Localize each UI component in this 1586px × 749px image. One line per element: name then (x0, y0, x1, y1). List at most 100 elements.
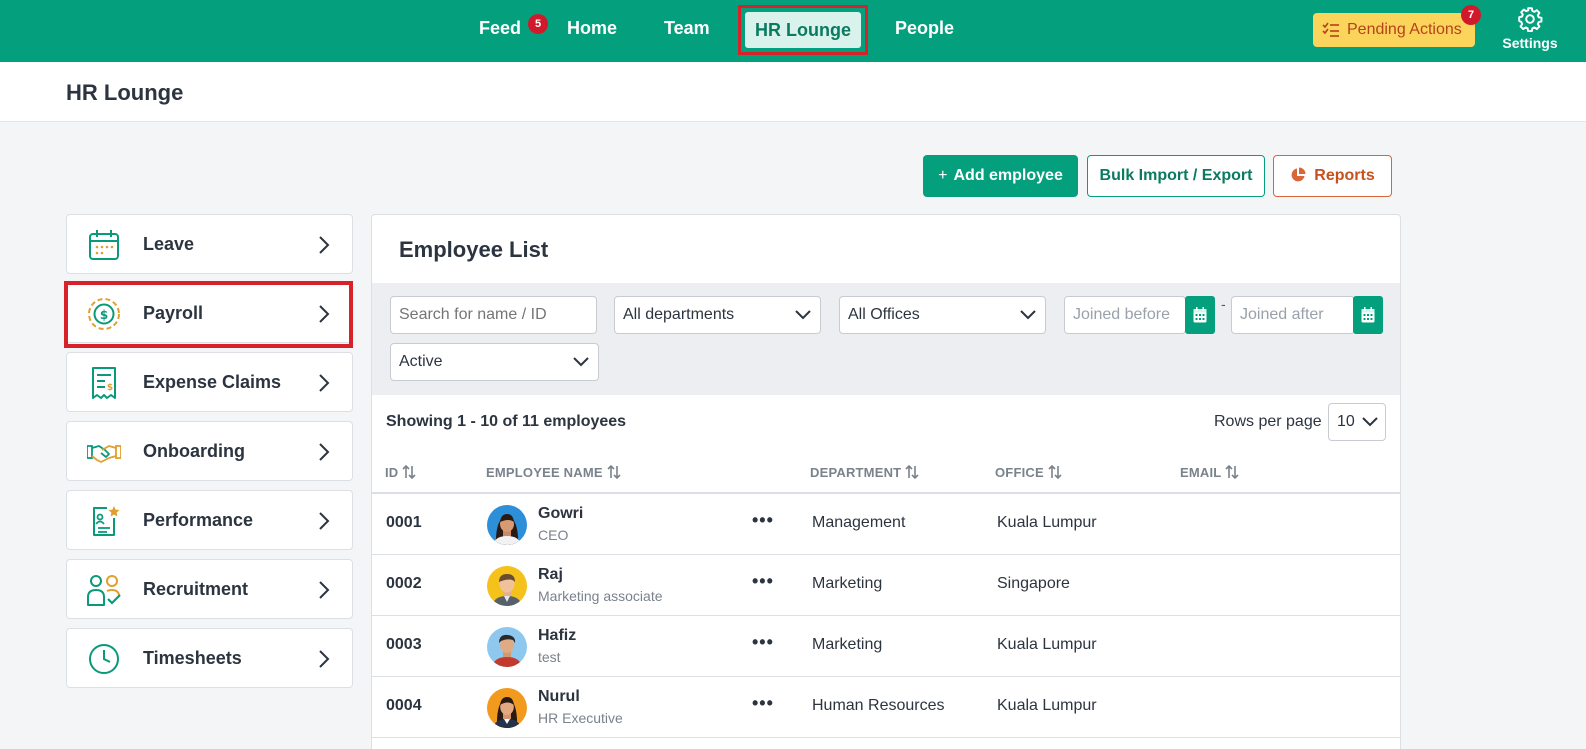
top-navbar: Feed 5 Home Team HR Lounge People Pendin… (0, 0, 1586, 62)
chevron-down-icon (795, 310, 811, 320)
chevron-down-icon (1362, 417, 1378, 427)
more-options-icon[interactable]: ••• (752, 571, 774, 592)
more-options-icon[interactable]: ••• (752, 632, 774, 653)
nav-hr-lounge[interactable]: HR Lounge (745, 12, 861, 48)
sidebar-item-leave[interactable]: Leave (66, 214, 353, 274)
employee-name[interactable]: Hafiz (538, 627, 576, 645)
nav-team[interactable]: Team (664, 18, 710, 39)
nav-people[interactable]: People (895, 18, 954, 39)
handshake-icon (87, 445, 121, 463)
employee-office: Kuala Lumpur (997, 514, 1097, 531)
employee-list-card: Employee List All departments All Office… (371, 214, 1401, 749)
sidebar-item-label: Timesheets (143, 648, 242, 668)
column-header-employee-name[interactable]: EMPLOYEE NAME (486, 464, 621, 480)
nav-home[interactable]: Home (567, 18, 617, 39)
nav-hr-lounge-highlight: HR Lounge (738, 5, 868, 55)
pending-actions-badge: 7 (1461, 5, 1481, 25)
sidebar-item-label: Payroll (143, 303, 204, 323)
sort-icon (905, 464, 919, 480)
joined-after-calendar-button[interactable] (1353, 296, 1383, 334)
employee-office: Kuala Lumpur (997, 697, 1097, 714)
employee-department: Marketing (812, 575, 883, 592)
plus-icon: + (938, 167, 948, 184)
table-row[interactable]: 0001 Gowri CEO ••• Management Kuala Lump… (372, 494, 1400, 555)
column-header-office[interactable]: OFFICE (995, 464, 1062, 480)
performance-doc-icon (93, 506, 120, 536)
sort-icon (402, 464, 416, 480)
sidebar-item-label: Onboarding (143, 441, 245, 461)
sidebar-item-label: Performance (143, 510, 254, 530)
office-select[interactable]: All Offices (839, 296, 1046, 334)
dollar-coin-icon: $ (88, 298, 120, 330)
page-header: HR Lounge (0, 62, 1586, 122)
employee-name[interactable]: Raj (538, 566, 563, 584)
chevron-right-icon (319, 443, 330, 461)
sidebar-item-expense-claims[interactable]: $ Expense Claims (66, 352, 353, 412)
avatar (487, 566, 527, 606)
employee-name[interactable]: Gowri (538, 505, 583, 523)
employee-role: Marketing associate (538, 588, 663, 604)
status-select[interactable]: Active (390, 343, 599, 381)
rows-per-page-value: 10 (1337, 413, 1355, 430)
search-input[interactable] (390, 296, 597, 334)
department-select[interactable]: All departments (614, 296, 821, 334)
nav-feed[interactable]: Feed (479, 18, 521, 39)
showing-count: Showing 1 - 10 of 11 employees (386, 413, 627, 430)
avatar (487, 505, 527, 545)
chevron-right-icon (319, 581, 330, 599)
sidebar-item-performance[interactable]: Performance (66, 490, 353, 550)
clock-icon (89, 644, 119, 674)
employee-id: 0003 (386, 636, 422, 653)
calendar-icon (1361, 307, 1375, 323)
employee-department: Marketing (812, 636, 883, 653)
add-employee-label: Add employee (953, 167, 1063, 184)
employee-office: Kuala Lumpur (997, 636, 1097, 653)
table-row[interactable]: 0003 Hafiz test ••• Marketing Kuala Lump… (372, 616, 1400, 677)
joined-before-calendar-button[interactable] (1185, 296, 1215, 334)
reports-label: Reports (1314, 167, 1375, 184)
gear-icon (1518, 7, 1543, 32)
employee-office: Singapore (997, 575, 1070, 592)
add-employee-button[interactable]: + Add employee (923, 155, 1078, 197)
sidebar-item-label: Leave (143, 234, 195, 254)
table-row[interactable]: 0004 Nurul HR Executive ••• Human Resour… (372, 677, 1400, 738)
column-header-department[interactable]: DEPARTMENT (810, 464, 919, 480)
pending-actions-button[interactable]: Pending Actions (1313, 13, 1475, 47)
avatar (487, 688, 527, 728)
more-options-icon[interactable]: ••• (752, 510, 774, 531)
settings-button[interactable]: Settings (1500, 6, 1560, 54)
receipt-icon: $ (92, 367, 116, 399)
employee-role: test (538, 649, 561, 665)
chevron-down-icon (1020, 310, 1036, 320)
joined-after-input[interactable]: Joined after (1231, 296, 1355, 334)
filters-bar: All departments All Offices Joined befor… (372, 283, 1400, 395)
column-header-id[interactable]: ID (385, 464, 416, 480)
office-select-value: All Offices (848, 306, 920, 323)
column-header-label: ID (385, 465, 399, 480)
recruit-users-icon (87, 575, 121, 606)
rows-per-page-select[interactable]: 10 (1328, 403, 1386, 441)
calendar-icon (89, 230, 119, 260)
sidebar-item-onboarding[interactable]: Onboarding (66, 421, 353, 481)
chevron-right-icon (319, 236, 330, 254)
employee-name[interactable]: Nurul (538, 688, 580, 706)
sidebar-item-timesheets[interactable]: Timesheets (66, 628, 353, 688)
avatar (487, 627, 527, 667)
bulk-import-export-button[interactable]: Bulk Import / Export (1087, 155, 1265, 197)
sidebar-item-payroll[interactable]: $ Payroll (66, 283, 353, 343)
settings-label: Settings (1502, 35, 1558, 51)
department-select-value: All departments (623, 306, 735, 323)
sidebar-item-label: Expense Claims (143, 372, 282, 392)
sort-icon (1225, 464, 1240, 480)
pending-actions-label: Pending Actions (1347, 21, 1462, 38)
column-header-email[interactable]: EMAIL (1180, 464, 1240, 480)
employee-department: Human Resources (812, 697, 945, 714)
more-options-icon[interactable]: ••• (752, 693, 774, 714)
reports-button[interactable]: Reports (1273, 155, 1392, 197)
sidebar-item-recruitment[interactable]: Recruitment (66, 559, 353, 619)
column-header-label: EMAIL (1180, 465, 1222, 480)
table-row[interactable]: 0002 Raj Marketing associate ••• Marketi… (372, 555, 1400, 616)
feed-badge: 5 (528, 14, 548, 34)
rows-per-page-label: Rows per page (1214, 413, 1322, 430)
joined-before-input[interactable]: Joined before (1064, 296, 1186, 334)
